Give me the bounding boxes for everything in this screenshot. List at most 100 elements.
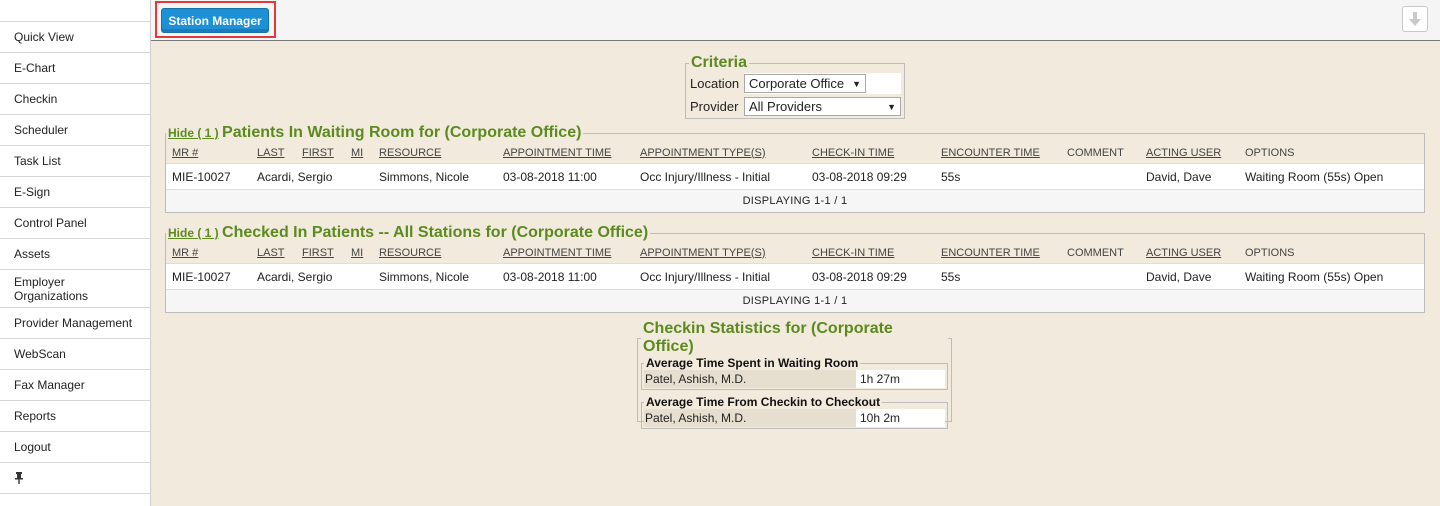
cell-checkin-time: 03-08-2018 09:29	[812, 169, 907, 184]
checked-in-section: Hide ( 1 ) Checked In Patients -- All St…	[165, 224, 1425, 313]
sidebar-item-logout[interactable]: Logout	[0, 432, 150, 463]
checkin-statistics-panel: Checkin Statistics for (Corporate Office…	[637, 320, 952, 429]
checked-in-hide-link[interactable]: Hide ( 1 )	[168, 226, 219, 240]
cell-appointment-type: Occ Injury/Illness - Initial	[640, 169, 771, 184]
chevron-down-icon: ▼	[852, 78, 861, 89]
sidebar-item-provider-management[interactable]: Provider Management	[0, 308, 150, 339]
column-header-mr[interactable]: MR #	[172, 242, 198, 263]
table-row[interactable]: MIE-10027 Acardi, Sergio Simmons, Nicole…	[166, 264, 1424, 290]
column-header-checkin-time[interactable]: CHECK-IN TIME	[812, 242, 894, 263]
location-select[interactable]: Corporate Office ▼	[744, 74, 866, 93]
sidebar-item-label: Employer Organizations	[14, 274, 89, 303]
cell-acting-user: David, Dave	[1146, 269, 1212, 284]
column-header-first[interactable]: FIRST	[302, 242, 334, 263]
checkout-stat-box: Average Time From Checkin to Checkout Pa…	[641, 395, 948, 429]
table-header-row: MR # LAST FIRST MI RESOURCE APPOINTMENT …	[166, 242, 1424, 264]
column-header-mi[interactable]: MI	[351, 142, 363, 163]
waiting-room-title: Patients In Waiting Room for (Corporate …	[222, 124, 582, 141]
sidebar-item-task-list[interactable]: Task List	[0, 146, 150, 177]
checkin-statistics-title: Checkin Statistics for (Corporate Office…	[643, 320, 893, 355]
stat-row: Patel, Ashish, M.D. 10h 2m	[644, 409, 945, 427]
column-header-encounter-time[interactable]: ENCOUNTER TIME	[941, 242, 1040, 263]
location-field-wrap: Corporate Office ▼	[744, 73, 901, 94]
checked-in-legend: Hide ( 1 ) Checked In Patients -- All St…	[166, 224, 650, 242]
cell-resource: Simmons, Nicole	[379, 269, 470, 284]
pin-icon	[15, 472, 23, 484]
cell-acting-user: David, Dave	[1146, 169, 1212, 184]
sidebar-item-employer-organizations[interactable]: Employer Organizations	[0, 270, 150, 308]
pin-sidebar-button[interactable]	[0, 463, 150, 494]
waiting-room-pagination: DISPLAYING 1-1 / 1	[166, 190, 1424, 212]
table-header-row: MR # LAST FIRST MI RESOURCE APPOINTMENT …	[166, 142, 1424, 164]
cell-name: Acardi, Sergio	[257, 269, 333, 284]
stat-row: Patel, Ashish, M.D. 1h 27m	[644, 370, 945, 388]
column-header-checkin-time[interactable]: CHECK-IN TIME	[812, 142, 894, 163]
provider-select[interactable]: All Providers ▼	[744, 97, 901, 116]
checkout-stat-title: Average Time From Checkin to Checkout	[646, 395, 881, 409]
sidebar-item-fax-manager[interactable]: Fax Manager	[0, 370, 150, 401]
sidebar-nav: Quick View E-Chart Checkin Scheduler Tas…	[0, 0, 151, 506]
waiting-room-hide-link[interactable]: Hide ( 1 )	[168, 126, 219, 140]
sidebar-item-e-sign[interactable]: E-Sign	[0, 177, 150, 208]
waiting-room-section: Hide ( 1 ) Patients In Waiting Room for …	[165, 124, 1425, 213]
cell-appointment-type: Occ Injury/Illness - Initial	[640, 269, 771, 284]
download-arrow-icon	[1409, 12, 1421, 26]
cell-options[interactable]: Waiting Room (55s) Open	[1245, 164, 1383, 189]
column-header-options: OPTIONS	[1245, 246, 1295, 259]
sidebar-item-control-panel[interactable]: Control Panel	[0, 208, 150, 239]
provider-select-value: All Providers	[749, 99, 822, 114]
column-header-mi[interactable]: MI	[351, 242, 363, 263]
location-label: Location	[690, 76, 740, 91]
column-header-acting-user[interactable]: ACTING USER	[1146, 142, 1221, 163]
stat-provider-name: Patel, Ashish, M.D.	[644, 370, 856, 388]
column-header-comment: COMMENT	[1067, 146, 1124, 159]
sidebar-top-spacer	[0, 0, 150, 22]
sidebar-item-assets[interactable]: Assets	[0, 239, 150, 270]
sidebar-item-checkin[interactable]: Checkin	[0, 84, 150, 115]
location-select-value: Corporate Office	[749, 76, 845, 91]
column-header-resource[interactable]: RESOURCE	[379, 242, 441, 263]
cell-resource: Simmons, Nicole	[379, 169, 470, 184]
column-header-first[interactable]: FIRST	[302, 142, 334, 163]
cell-options[interactable]: Waiting Room (55s) Open	[1245, 264, 1383, 289]
column-header-acting-user[interactable]: ACTING USER	[1146, 242, 1221, 263]
provider-label: Provider	[690, 99, 739, 114]
column-header-last[interactable]: LAST	[257, 242, 285, 263]
location-row: Location Corporate Office ▼	[689, 72, 901, 95]
cell-encounter-time: 55s	[941, 169, 961, 184]
cell-appointment-time: 03-08-2018 11:00	[503, 169, 597, 184]
download-button[interactable]	[1402, 6, 1428, 32]
sidebar-item-scheduler[interactable]: Scheduler	[0, 115, 150, 146]
cell-appointment-time: 03-08-2018 11:00	[503, 269, 597, 284]
sidebar-item-reports[interactable]: Reports	[0, 401, 150, 432]
column-header-appointment-types[interactable]: APPOINTMENT TYPE(S)	[640, 242, 766, 263]
column-header-appointment-types[interactable]: APPOINTMENT TYPE(S)	[640, 142, 766, 163]
checked-in-pagination: DISPLAYING 1-1 / 1	[166, 290, 1424, 312]
column-header-appointment-time[interactable]: APPOINTMENT TIME	[503, 242, 611, 263]
column-header-comment: COMMENT	[1067, 246, 1124, 259]
waiting-room-legend: Hide ( 1 ) Patients In Waiting Room for …	[166, 124, 583, 142]
column-header-mr[interactable]: MR #	[172, 142, 198, 163]
column-header-appointment-time[interactable]: APPOINTMENT TIME	[503, 142, 611, 163]
column-header-resource[interactable]: RESOURCE	[379, 142, 441, 163]
chevron-down-icon: ▼	[887, 101, 896, 112]
stat-value: 1h 27m	[856, 370, 945, 388]
column-header-last[interactable]: LAST	[257, 142, 285, 163]
station-manager-tab[interactable]: Station Manager	[161, 8, 269, 33]
stat-value: 10h 2m	[856, 409, 945, 427]
waiting-room-stat-box: Average Time Spent in Waiting Room Patel…	[641, 356, 948, 390]
column-header-encounter-time[interactable]: ENCOUNTER TIME	[941, 142, 1040, 163]
stat-provider-name: Patel, Ashish, M.D.	[644, 409, 856, 427]
cell-mr: MIE-10027	[172, 269, 231, 284]
table-row[interactable]: MIE-10027 Acardi, Sergio Simmons, Nicole…	[166, 164, 1424, 190]
waiting-room-table: MR # LAST FIRST MI RESOURCE APPOINTMENT …	[166, 142, 1424, 212]
column-header-options: OPTIONS	[1245, 146, 1295, 159]
sidebar-item-webscan[interactable]: WebScan	[0, 339, 150, 370]
sidebar-item-e-chart[interactable]: E-Chart	[0, 53, 150, 84]
provider-row: Provider All Providers ▼	[689, 95, 901, 118]
cell-name: Acardi, Sergio	[257, 169, 333, 184]
waiting-room-stat-title: Average Time Spent in Waiting Room	[646, 356, 859, 370]
sidebar-item-quick-view[interactable]: Quick View	[0, 22, 150, 53]
cell-mr: MIE-10027	[172, 169, 231, 184]
cell-encounter-time: 55s	[941, 269, 961, 284]
